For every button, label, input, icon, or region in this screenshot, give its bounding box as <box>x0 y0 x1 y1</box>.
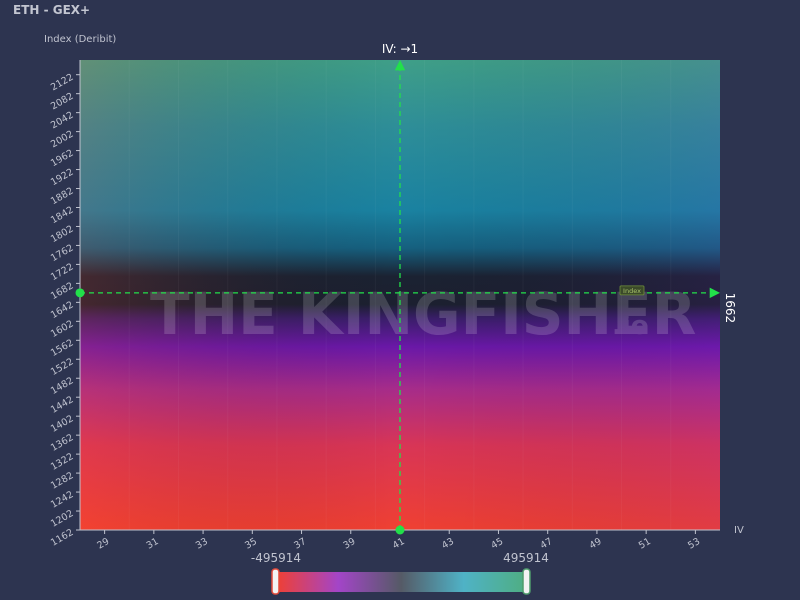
colorbar-max-handle[interactable] <box>522 568 531 595</box>
index-tag: Index <box>619 285 645 296</box>
x-tick-label: 41 <box>391 536 407 552</box>
y-tick-label: 1642 <box>49 299 75 321</box>
y-tick-label: 1722 <box>49 261 75 283</box>
crosshair-y-handle[interactable] <box>75 288 85 298</box>
y-axis-title: Index (Deribit) <box>44 34 116 45</box>
y-tick-label: 1882 <box>49 186 75 208</box>
y-tick-label: 2082 <box>49 91 75 113</box>
x-tick-label: 39 <box>342 536 358 552</box>
y-tick-label: 1802 <box>49 224 75 246</box>
x-tick-label: 45 <box>489 536 505 552</box>
colorbar-min-label: -495914 <box>251 551 301 565</box>
y-tick-label: 1322 <box>49 451 75 473</box>
y-tick-label: 1242 <box>49 489 75 511</box>
y-tick-label: 1602 <box>49 318 75 340</box>
x-tick-label: 49 <box>588 536 604 552</box>
y-tick-label: 1962 <box>49 148 75 170</box>
colorbar-max-label: 495914 <box>503 551 549 565</box>
x-tick-label: 33 <box>194 536 210 552</box>
y-tick-label: 1482 <box>49 375 75 397</box>
crosshair-x-handle[interactable] <box>395 525 405 535</box>
colorbar-gradient <box>276 572 526 592</box>
watermark-suffix: .io <box>612 311 649 341</box>
colorbar[interactable]: -495914 495914 <box>251 551 549 595</box>
watermark: THE KINGFISHER .io <box>150 280 696 348</box>
y-tick-label: 1362 <box>49 432 75 454</box>
x-tick-label: 53 <box>686 536 702 552</box>
y-axis: 1162120212421282132213621402144214821522… <box>49 60 81 549</box>
crosshair-y-label: 1662 <box>723 293 737 324</box>
index-tag-text: Index <box>623 287 641 295</box>
y-tick-label: 2042 <box>49 110 75 132</box>
y-tick-label: 1762 <box>49 243 75 265</box>
y-tick-label: 1202 <box>49 508 75 530</box>
colorbar-min-handle[interactable] <box>271 568 280 595</box>
gex-heatmap-chart[interactable]: Index (Deribit) IV THE KINGFISHER .io 11… <box>0 0 800 600</box>
crosshair-x-label: IV: →1 <box>382 42 418 56</box>
y-tick-label: 1402 <box>49 413 75 435</box>
x-tick-label: 37 <box>292 536 308 552</box>
x-tick-label: 29 <box>95 536 111 552</box>
x-tick-label: 31 <box>145 536 161 552</box>
x-axis-title: IV <box>734 525 744 536</box>
y-tick-label: 1682 <box>49 280 75 302</box>
y-tick-label: 2002 <box>49 129 75 151</box>
y-tick-label: 1282 <box>49 470 75 492</box>
y-tick-label: 1442 <box>49 394 75 416</box>
y-tick-label: 1162 <box>49 527 75 549</box>
x-tick-label: 43 <box>440 536 456 552</box>
y-tick-label: 1562 <box>49 337 75 359</box>
y-tick-label: 1842 <box>49 205 75 227</box>
x-tick-label: 35 <box>243 536 259 552</box>
x-tick-label: 47 <box>538 536 554 552</box>
y-tick-label: 2122 <box>49 72 75 94</box>
y-tick-label: 1522 <box>49 356 75 378</box>
y-tick-label: 1922 <box>49 167 75 189</box>
x-tick-label: 51 <box>637 536 653 552</box>
